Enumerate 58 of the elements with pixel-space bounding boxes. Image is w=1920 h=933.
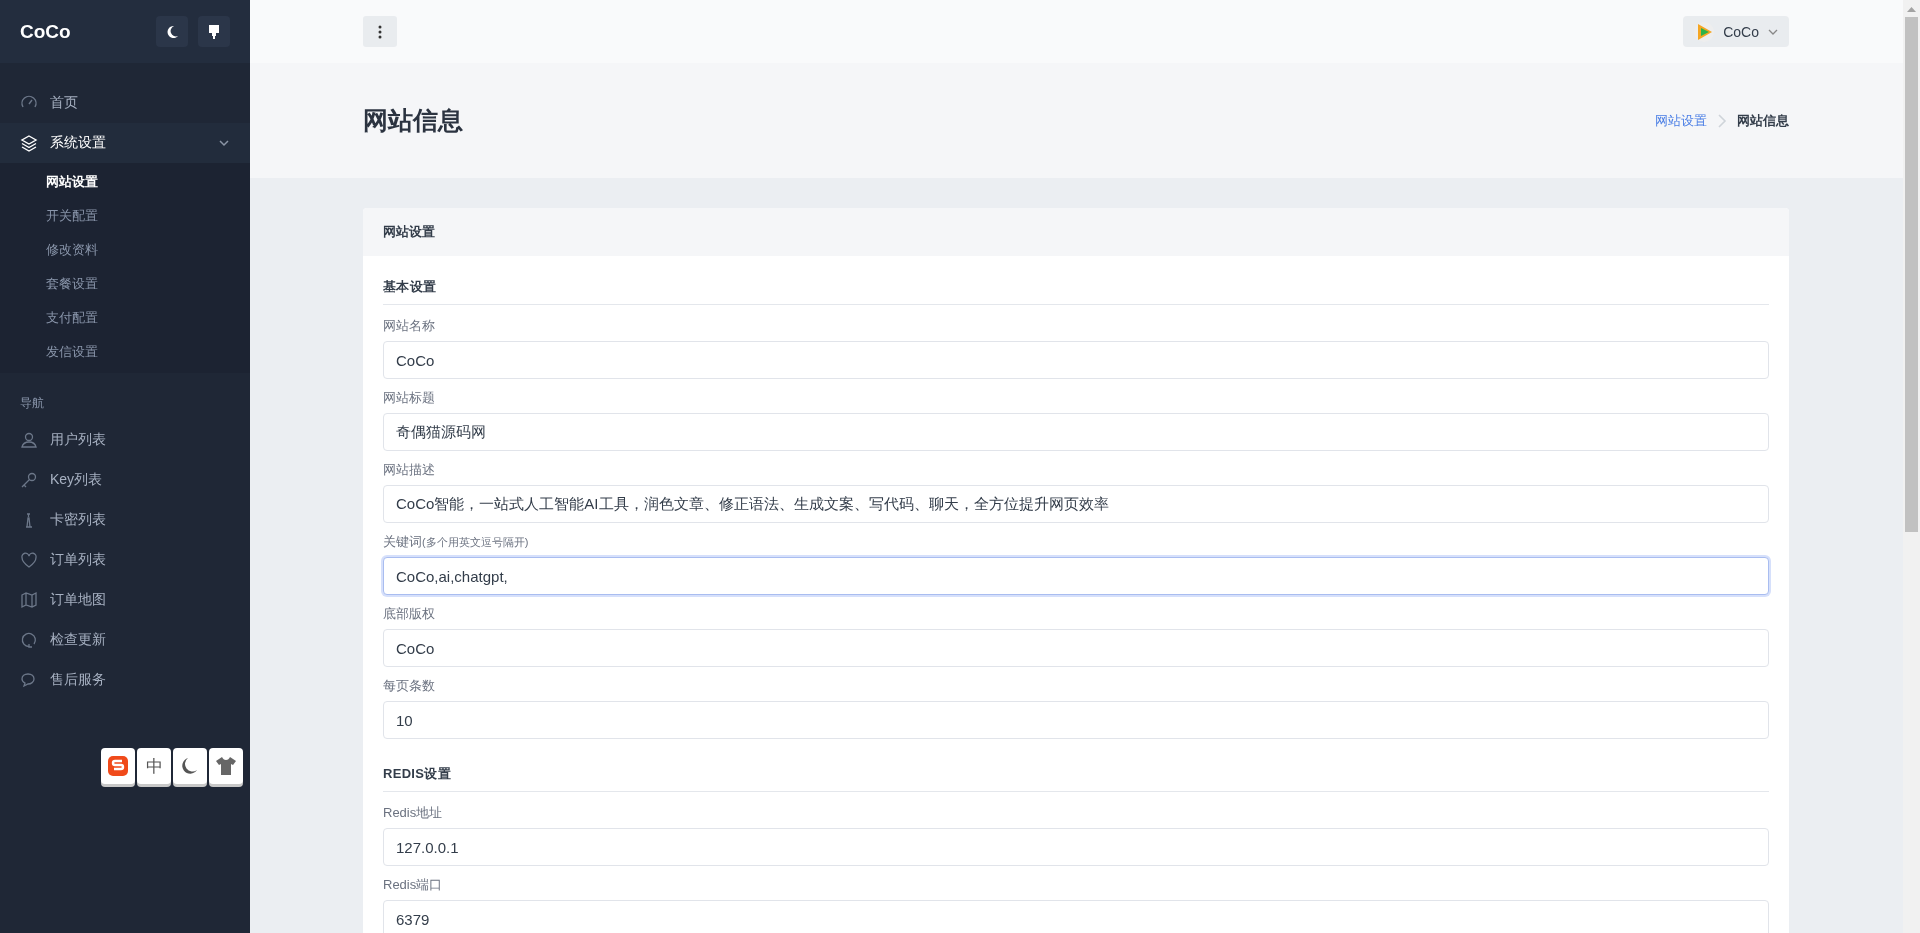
chat-icon	[20, 671, 38, 689]
map-icon	[20, 591, 38, 609]
sidebar-item[interactable]: 检查更新	[0, 620, 250, 660]
moon-icon[interactable]	[173, 748, 207, 784]
shirt-icon[interactable]	[209, 748, 243, 784]
sidebar-item[interactable]: 用户列表	[0, 420, 250, 460]
user-menu-button[interactable]: CoCo	[1683, 16, 1789, 47]
brush-icon	[207, 23, 221, 40]
field-label: Redis地址	[383, 804, 444, 822]
input-field[interactable]: 奇偶猫源码网	[383, 413, 1769, 451]
submenu-item[interactable]: 套餐设置	[0, 267, 250, 301]
card-title: 网站设置	[363, 208, 1789, 256]
input-field[interactable]: CoCo	[383, 629, 1769, 667]
language-mode-key[interactable]: 中	[137, 748, 171, 784]
section-heading: REDIS设置	[383, 749, 1769, 792]
sidebar-item[interactable]: 系统设置	[0, 123, 250, 163]
submenu-item[interactable]: 修改资料	[0, 233, 250, 267]
chevron-icon	[218, 137, 230, 149]
field-label: 关键词(多个用英文逗号隔开)	[383, 533, 530, 551]
field-label: 网站名称	[383, 317, 436, 335]
submenu-item[interactable]: 发信设置	[0, 335, 250, 369]
sidebar-item[interactable]: 售后服务	[0, 660, 250, 700]
input-field[interactable]: CoCo,ai,chatgpt,	[383, 557, 1769, 595]
key-icon	[20, 471, 38, 489]
layers-icon	[20, 134, 38, 152]
chevron-icon	[1717, 112, 1727, 129]
input-field[interactable]: CoCo智能，一站式人工智能AI工具，润色文章、修正语法、生成文案、写代码、聊天，全方位提升网页效率	[383, 485, 1769, 523]
refresh-icon	[20, 631, 38, 649]
input-field[interactable]: 10	[383, 701, 1769, 739]
more-icon	[378, 24, 382, 39]
sidebar-item[interactable]: Key列表	[0, 460, 250, 500]
input-field[interactable]: 6379	[383, 900, 1769, 933]
field-label: 底部版权	[383, 605, 436, 623]
submenu-item[interactable]: 网站设置	[0, 165, 250, 199]
field-label: 每页条数	[383, 677, 436, 695]
breadcrumb-current: 网站信息	[1737, 111, 1789, 130]
user-icon	[20, 431, 38, 449]
input-field[interactable]: 127.0.0.1	[383, 828, 1769, 866]
field-label: 网站描述	[383, 461, 436, 479]
breadcrumb-link[interactable]: 网站设置	[1655, 111, 1707, 130]
sidebar-item[interactable]: 订单地图	[0, 580, 250, 620]
input-field[interactable]: CoCo	[383, 341, 1769, 379]
page-title: 网站信息	[363, 105, 463, 136]
scrollbar[interactable]	[1903, 0, 1920, 933]
sidebar-item[interactable]: 卡密列表	[0, 500, 250, 540]
field-label: 网站标题	[383, 389, 436, 407]
theme-button[interactable]	[198, 16, 230, 47]
section-heading: 基本设置	[383, 262, 1769, 305]
field-label: Redis端口	[383, 876, 444, 894]
input-method-logo-icon[interactable]	[101, 748, 135, 784]
sidebar-item[interactable]: 首页	[0, 83, 250, 123]
brand-name: CoCo	[20, 20, 71, 43]
dark-mode-button[interactable]	[156, 16, 188, 47]
heart-icon	[20, 551, 38, 569]
submenu-item[interactable]: 开关配置	[0, 199, 250, 233]
section-heading: 导航	[19, 395, 45, 412]
submenu-item[interactable]: 支付配置	[0, 301, 250, 335]
sidebar-item[interactable]: 订单列表	[0, 540, 250, 580]
